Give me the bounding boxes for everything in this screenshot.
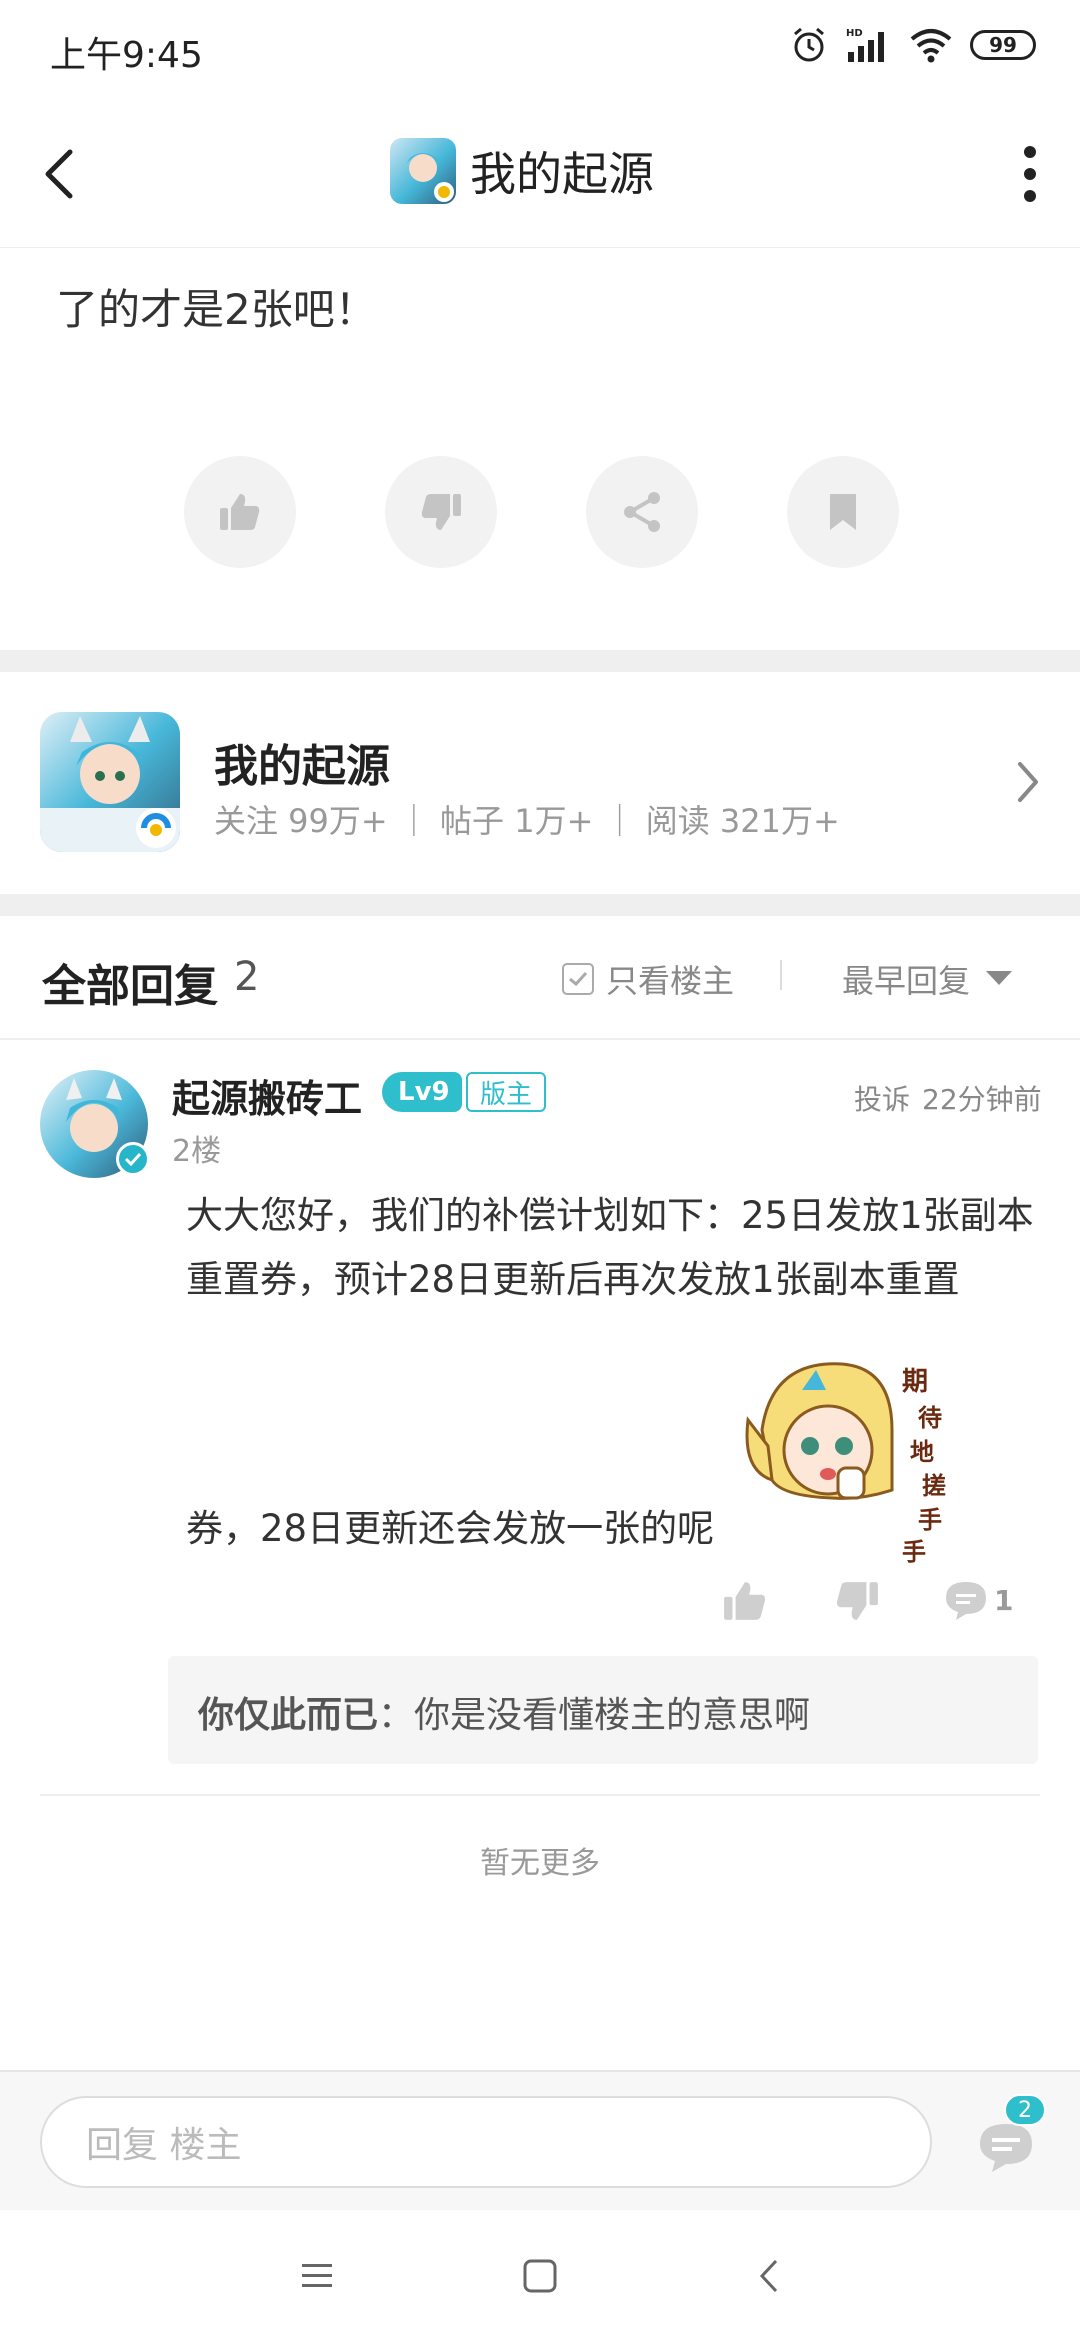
replies-count: 2: [234, 954, 260, 1000]
section-divider: [0, 650, 1080, 672]
report-link[interactable]: 投诉: [854, 1078, 910, 1118]
sticker-caption-3: 地: [910, 1438, 934, 1466]
verified-icon: [116, 1142, 150, 1176]
share-icon: [624, 492, 660, 532]
forum-stats: 关注 99万+ ｜ 帖子 1万+ ｜ 阅读 321万+: [214, 802, 840, 840]
sticker-caption-6: 手: [902, 1538, 926, 1566]
reply-text: 大大您好，我们的补偿计划如下：25日发放1张副本重置券，预计28日更新后再次发放…: [186, 1194, 1034, 1301]
wifi-icon: [910, 29, 952, 63]
sticker-image: 期 待 地 搓 手 手: [745, 1362, 946, 1566]
chevron-right-icon: [1018, 762, 1038, 802]
thumbs-down-icon[interactable]: [834, 1580, 880, 1622]
checkbox-icon: [562, 963, 594, 995]
sub-reply-author[interactable]: 你仅此而已: [198, 1695, 378, 1736]
reply-actions: 1: [0, 1574, 1080, 1634]
back-arrow-icon[interactable]: [40, 146, 80, 202]
back-icon[interactable]: [756, 2258, 782, 2294]
sticker-caption-1: 期: [902, 1367, 928, 1397]
comment-icon[interactable]: [944, 1580, 988, 1622]
post-content: 了的才是2张吧！: [56, 285, 377, 334]
status-time: 上午9:45: [50, 35, 203, 76]
battery-icon: 99: [970, 30, 1036, 60]
sub-reply-text: ：你是没看懂楼主的意思啊: [378, 1695, 811, 1736]
only-op-label: 只看楼主: [606, 962, 735, 1000]
moderator-badge: 版主: [466, 1072, 547, 1112]
comments-badge: 2: [1004, 2094, 1046, 2126]
divider: [780, 960, 782, 990]
post-actions: [0, 456, 1080, 568]
replies-title: 全部回复: [42, 961, 218, 1012]
forum-name: 我的起源: [214, 741, 390, 792]
home-icon[interactable]: [522, 2258, 558, 2294]
thumbs-up-icon: [220, 494, 260, 530]
like-button[interactable]: [184, 456, 296, 568]
reply-input[interactable]: 回复 楼主: [40, 2096, 932, 2188]
status-bar: 上午9:45 HD 99: [0, 0, 1080, 100]
floor-number: 2楼: [172, 1134, 222, 1169]
replies-header: 全部回复 2 只看楼主 最早回复: [0, 916, 1080, 1040]
status-icons: HD 99: [790, 26, 1036, 64]
page-title: 我的起源: [470, 147, 654, 201]
reply-text-continued: 券，28日更新还会发放一张的呢: [186, 1507, 715, 1550]
forum-card[interactable]: 我的起源 关注 99万+ ｜ 帖子 1万+ ｜ 阅读 321万+: [0, 672, 1080, 894]
game-icon: [390, 138, 456, 204]
thumbs-down-icon: [421, 494, 461, 530]
section-divider: [0, 894, 1080, 916]
menu-icon[interactable]: [300, 2258, 334, 2292]
svg-text:HD: HD: [846, 28, 863, 39]
bookmark-icon: [830, 494, 856, 530]
no-more-label: 暂无更多: [480, 1846, 600, 1881]
sort-dropdown[interactable]: 最早回复: [842, 956, 1013, 1002]
level-badge: Lv9: [382, 1072, 462, 1112]
sub-reply[interactable]: 你仅此而已：你是没看懂楼主的意思啊: [168, 1656, 1038, 1764]
share-button[interactable]: [586, 456, 698, 568]
alarm-icon: [794, 27, 824, 62]
system-nav-bar: [0, 2210, 1080, 2340]
sticker-caption-4: 搓: [922, 1472, 946, 1500]
divider: [40, 1794, 1040, 1796]
reply-time: 22分钟前: [922, 1083, 1042, 1116]
comment-count: 1: [994, 1584, 1014, 1617]
sticker-caption-5: 手: [918, 1506, 942, 1534]
caret-down-icon: [986, 971, 1013, 985]
dislike-button[interactable]: [385, 456, 497, 568]
more-options-icon[interactable]: [1020, 146, 1040, 202]
bookmark-button[interactable]: [787, 456, 899, 568]
top-app-bar: 我的起源: [0, 100, 1080, 248]
only-op-toggle[interactable]: 只看楼主: [562, 956, 734, 1002]
reply-bar: 回复 楼主 2: [0, 2070, 1080, 2210]
username[interactable]: 起源搬砖工: [172, 1068, 362, 1123]
sort-label: 最早回复: [842, 962, 971, 1000]
sticker-caption-2: 待: [918, 1404, 942, 1432]
header-title-group[interactable]: 我的起源: [390, 138, 654, 204]
hd-signal-icon: HD: [846, 28, 884, 62]
forum-icon: [40, 712, 180, 852]
thumbs-up-icon[interactable]: [722, 1580, 768, 1622]
